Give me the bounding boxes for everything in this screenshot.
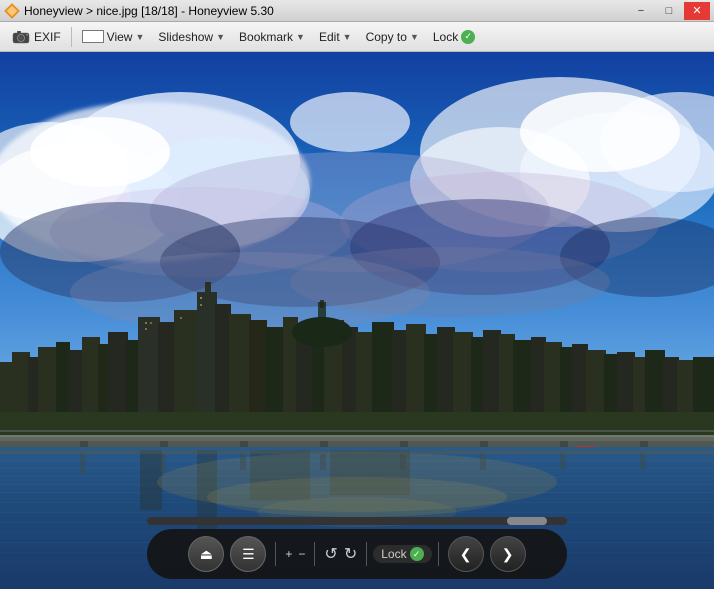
prev-icon: ❮ <box>460 546 472 563</box>
close-button[interactable]: ✕ <box>684 2 710 20</box>
titlebar-left: Honeyview > nice.jpg [18/18] - Honeyview… <box>4 3 274 19</box>
controls-divider-4 <box>438 542 439 566</box>
minimize-button[interactable]: − <box>628 2 654 20</box>
lock-button[interactable]: Lock ✓ <box>427 25 481 49</box>
exif-label: EXIF <box>34 30 61 44</box>
view-button[interactable]: View ▼ <box>76 25 151 49</box>
bookmark-label: Bookmark <box>239 30 293 44</box>
edit-label: Edit <box>319 30 340 44</box>
view-label: View <box>107 30 133 44</box>
copyto-label: Copy to <box>366 30 407 44</box>
bookmark-arrow-icon: ▼ <box>296 32 305 42</box>
main-image <box>0 52 714 589</box>
main-image-area: ⏏ ☰ + − ↺ ↻ <box>0 52 714 589</box>
control-bar: ⏏ ☰ + − ↺ ↻ <box>147 517 567 579</box>
zoom-in-button[interactable]: + <box>282 547 295 561</box>
camera-icon <box>12 30 30 44</box>
copyto-arrow-icon: ▼ <box>410 32 419 42</box>
exif-button[interactable]: EXIF <box>6 25 67 49</box>
rotate-right-icon: ↻ <box>344 544 357 564</box>
edit-button[interactable]: Edit ▼ <box>313 25 358 49</box>
controls-divider-2 <box>314 542 315 566</box>
zoom-in-icon: + <box>285 547 292 561</box>
copyto-button[interactable]: Copy to ▼ <box>360 25 425 49</box>
title-bar: Honeyview > nice.jpg [18/18] - Honeyview… <box>0 0 714 22</box>
app-icon <box>4 3 20 19</box>
eject-button[interactable]: ⏏ <box>188 536 224 572</box>
restore-button[interactable]: □ <box>656 2 682 20</box>
lock-badge[interactable]: Lock ✓ <box>373 545 431 563</box>
slideshow-arrow-icon: ▼ <box>216 32 225 42</box>
prev-button[interactable]: ❮ <box>448 536 484 572</box>
scrollbar-track[interactable] <box>147 517 567 525</box>
menu-icon: ☰ <box>242 546 255 563</box>
slideshow-button[interactable]: Slideshow ▼ <box>152 25 231 49</box>
lock-text: Lock <box>381 547 406 561</box>
next-icon: ❯ <box>502 546 514 563</box>
titlebar-controls: − □ ✕ <box>628 2 710 20</box>
lock-check-icon: ✓ <box>461 30 475 44</box>
scrollbar-thumb[interactable] <box>507 517 547 525</box>
eject-icon: ⏏ <box>200 546 213 563</box>
bookmark-button[interactable]: Bookmark ▼ <box>233 25 311 49</box>
titlebar-title: Honeyview > nice.jpg [18/18] - Honeyview… <box>24 4 274 18</box>
rotate-right-button[interactable]: ↻ <box>341 544 360 564</box>
view-arrow-icon: ▼ <box>135 32 144 42</box>
rotate-left-icon: ↺ <box>324 544 337 564</box>
zoom-out-icon: − <box>298 547 305 561</box>
controls-divider-1 <box>275 542 276 566</box>
rotate-left-button[interactable]: ↺ <box>321 544 340 564</box>
zoom-out-button[interactable]: − <box>295 547 308 561</box>
toolbar-separator <box>71 27 72 47</box>
toolbar: EXIF View ▼ Slideshow ▼ Bookmark ▼ Edit … <box>0 22 714 52</box>
lock-check-badge-icon: ✓ <box>410 547 424 561</box>
next-button[interactable]: ❯ <box>490 536 526 572</box>
slideshow-label: Slideshow <box>158 30 213 44</box>
controls-divider-3 <box>366 542 367 566</box>
menu-button[interactable]: ☰ <box>230 536 266 572</box>
edit-arrow-icon: ▼ <box>343 32 352 42</box>
controls-row: ⏏ ☰ + − ↺ ↻ <box>147 529 567 579</box>
lock-label: Lock <box>433 30 458 44</box>
